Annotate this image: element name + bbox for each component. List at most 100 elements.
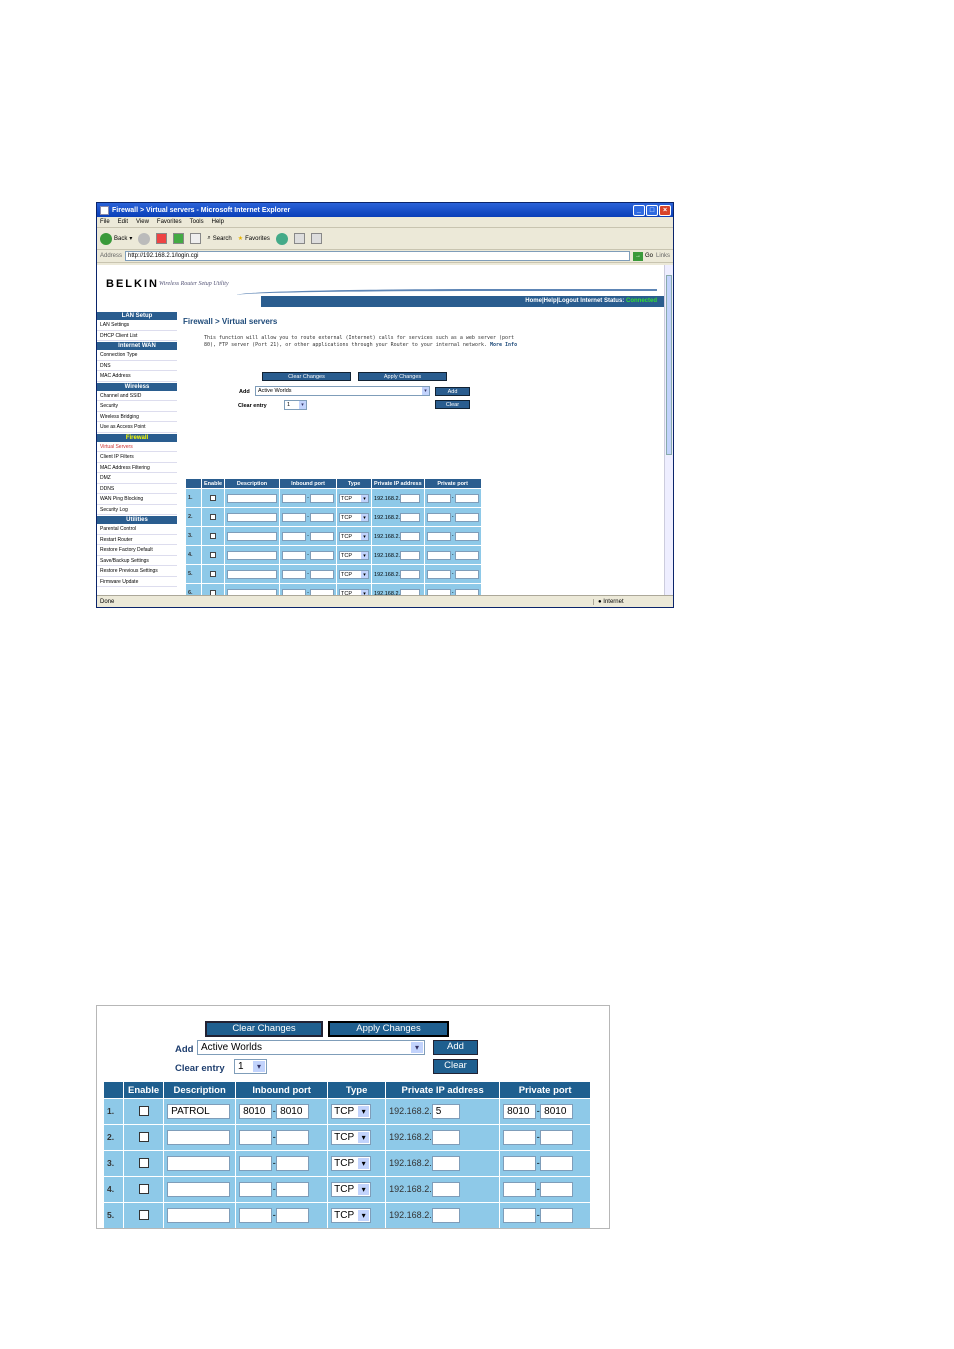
add-select[interactable]: Active Worlds ▾ [255, 386, 430, 396]
private-ip-input[interactable] [431, 1182, 460, 1197]
private-port-from-input[interactable] [503, 1156, 537, 1171]
description-input[interactable] [227, 550, 278, 560]
inbound-port-to-input[interactable] [310, 569, 335, 579]
enable-checkbox[interactable] [138, 1132, 149, 1143]
private-port-to-input[interactable] [454, 512, 479, 522]
sidebar-item-client-ip-filters[interactable]: Client IP Filters [97, 452, 177, 463]
add-button[interactable]: Add [435, 387, 470, 396]
inbound-port-from-input[interactable]: 8010 [239, 1104, 273, 1119]
add-select[interactable]: Active Worlds ▾ [197, 1040, 425, 1055]
private-ip-input[interactable] [431, 1130, 460, 1145]
back-button[interactable]: Back ▾ [100, 232, 132, 245]
sidebar-item-channel-ssid[interactable]: Channel and SSID [97, 391, 177, 401]
type-select[interactable]: TCP ▾ [331, 1182, 372, 1197]
private-port-to-input[interactable] [540, 1182, 574, 1197]
forward-button[interactable] [138, 232, 151, 245]
private-port-from-input[interactable] [426, 531, 451, 541]
sidebar-item-restart-router[interactable]: Restart Router [97, 535, 177, 545]
private-port-from-input[interactable] [426, 512, 451, 522]
sidebar-item-dmz[interactable]: DMZ [97, 473, 177, 484]
add-button[interactable]: Add [433, 1040, 478, 1055]
type-select[interactable]: TCP ▾ [331, 1130, 372, 1145]
sidebar-item-dhcp-client-list[interactable]: DHCP Client List [97, 331, 177, 341]
maximize-button[interactable]: □ [646, 204, 658, 216]
enable-checkbox[interactable] [210, 570, 217, 577]
private-port-to-input[interactable] [540, 1130, 574, 1145]
sidebar-item-save-backup[interactable]: Save/Backup Settings [97, 556, 177, 566]
enable-checkbox[interactable] [138, 1158, 149, 1169]
inbound-port-from-input[interactable] [239, 1156, 273, 1171]
stop-icon[interactable] [156, 233, 168, 244]
apply-changes-button[interactable]: Apply Changes [328, 1021, 449, 1037]
search-button[interactable]: ⌕ Search [207, 235, 231, 242]
private-ip-input[interactable] [400, 550, 421, 560]
sidebar-item-wireless-bridging[interactable]: Wireless Bridging [97, 412, 177, 422]
clear-entry-select[interactable]: 1 ▾ [284, 400, 307, 410]
private-port-to-input[interactable] [454, 569, 479, 579]
description-input[interactable] [227, 512, 278, 522]
private-port-from-input[interactable] [503, 1130, 537, 1145]
private-port-to-input[interactable]: 8010 [540, 1104, 574, 1119]
clear-changes-button[interactable]: Clear Changes [262, 372, 351, 381]
sidebar-item-security[interactable]: Security [97, 401, 177, 412]
print-icon[interactable] [310, 233, 322, 244]
inbound-port-from-input[interactable] [282, 531, 307, 541]
inbound-port-from-input[interactable] [282, 512, 307, 522]
clear-entry-select[interactable]: 1 ▾ [234, 1059, 267, 1074]
inbound-port-to-input[interactable] [310, 531, 335, 541]
sidebar-item-restore-factory[interactable]: Restore Factory Default [97, 545, 177, 556]
private-ip-input[interactable]: 5 [431, 1104, 460, 1119]
clear-button[interactable]: Clear [433, 1059, 478, 1074]
inbound-port-from-input[interactable] [282, 493, 307, 503]
enable-checkbox[interactable] [210, 494, 217, 501]
description-input[interactable] [167, 1130, 231, 1145]
vertical-scrollbar[interactable] [664, 265, 673, 596]
sidebar-item-connection-type[interactable]: Connection Type [97, 350, 177, 361]
type-select[interactable]: TCP ▾ [339, 569, 370, 579]
inbound-port-to-input[interactable] [276, 1130, 310, 1145]
private-ip-input[interactable] [400, 569, 421, 579]
refresh-icon[interactable] [173, 233, 185, 244]
sidebar-item-ddns[interactable]: DDNS [97, 484, 177, 494]
scroll-thumb[interactable] [666, 275, 672, 455]
type-select[interactable]: TCP ▾ [339, 550, 370, 560]
private-ip-input[interactable] [400, 493, 421, 503]
type-select[interactable]: TCP ▾ [339, 512, 370, 522]
history-icon[interactable] [275, 232, 288, 245]
description-input[interactable] [167, 1208, 231, 1223]
go-button[interactable]: → Go [632, 251, 653, 261]
clear-button[interactable]: Clear [435, 400, 470, 409]
menu-favorites[interactable]: Favorites [157, 219, 182, 225]
description-input[interactable] [227, 493, 278, 503]
private-port-from-input[interactable] [503, 1182, 537, 1197]
clear-changes-button[interactable]: Clear Changes [205, 1021, 323, 1037]
inbound-port-to-input[interactable] [276, 1182, 310, 1197]
inbound-port-to-input[interactable] [276, 1156, 310, 1171]
type-select[interactable]: TCP ▾ [339, 531, 370, 541]
private-port-from-input[interactable] [426, 493, 451, 503]
private-port-to-input[interactable] [454, 531, 479, 541]
private-ip-input[interactable] [431, 1208, 460, 1223]
private-port-from-input[interactable] [426, 569, 451, 579]
enable-checkbox[interactable] [138, 1184, 149, 1195]
private-ip-input[interactable] [400, 531, 421, 541]
inbound-port-from-input[interactable] [239, 1208, 273, 1223]
inbound-port-from-input[interactable] [282, 569, 307, 579]
enable-checkbox[interactable] [138, 1210, 149, 1221]
mail-icon[interactable] [293, 233, 305, 244]
home-icon[interactable] [190, 233, 202, 244]
sidebar-item-firmware-update[interactable]: Firmware Update [97, 577, 177, 587]
sidebar-item-security-log[interactable]: Security Log [97, 505, 177, 515]
more-info-link[interactable]: More Info [490, 342, 517, 348]
inbound-port-from-input[interactable] [239, 1130, 273, 1145]
sidebar-item-lan-settings[interactable]: LAN Settings [97, 320, 177, 331]
inbound-port-from-input[interactable] [239, 1182, 273, 1197]
description-input[interactable] [227, 569, 278, 579]
close-button[interactable]: × [659, 204, 671, 216]
apply-changes-button[interactable]: Apply Changes [358, 372, 447, 381]
type-select[interactable]: TCP ▾ [331, 1156, 372, 1171]
private-port-from-input[interactable] [503, 1208, 537, 1223]
address-input[interactable]: http://192.168.2.1/login.cgi [125, 251, 630, 261]
inbound-port-to-input[interactable] [310, 512, 335, 522]
sidebar-item-dns[interactable]: DNS [97, 361, 177, 371]
